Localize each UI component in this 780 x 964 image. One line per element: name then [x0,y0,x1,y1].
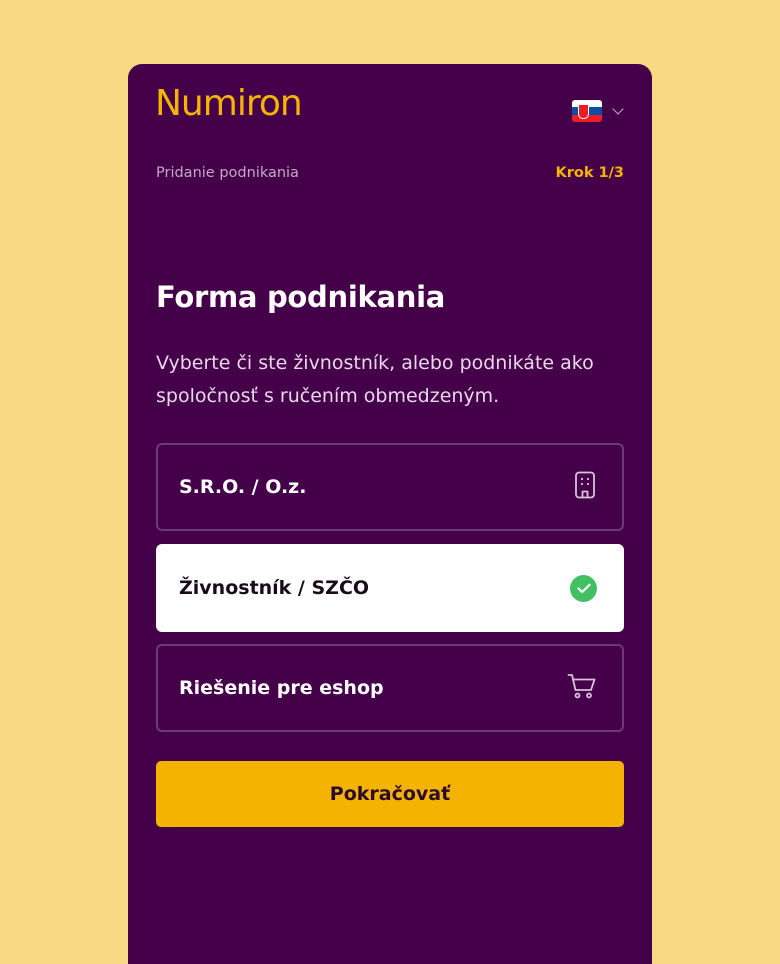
continue-button[interactable]: Pokračovať [156,761,624,827]
onboarding-panel: Numiron Pridanie podnikania Krok 1/3 For… [128,64,652,964]
option-zivnostnik[interactable]: Živnostník / SZČO [156,544,624,632]
check-circle-icon [570,574,597,602]
step-title: Pridanie podnikania [156,165,299,181]
option-eshop[interactable]: Riešenie pre eshop [156,644,624,732]
step-counter: Krok 1/3 [555,165,624,181]
page-title: Forma podnikania [156,280,445,314]
brand-logo: Numiron [155,83,303,124]
page-description: Vyberte či ste živnostník, alebo podniká… [156,352,594,407]
building-icon [573,471,597,503]
chevron-down-icon [612,102,624,115]
slovak-flag-icon [572,100,602,122]
option-sro[interactable]: S.R.O. / O.z. [156,443,624,531]
option-label: Živnostník / SZČO [179,577,370,599]
option-label: S.R.O. / O.z. [179,476,307,498]
language-selector[interactable] [572,100,624,122]
option-label: Riešenie pre eshop [179,677,384,699]
shopping-cart-icon [567,673,597,704]
